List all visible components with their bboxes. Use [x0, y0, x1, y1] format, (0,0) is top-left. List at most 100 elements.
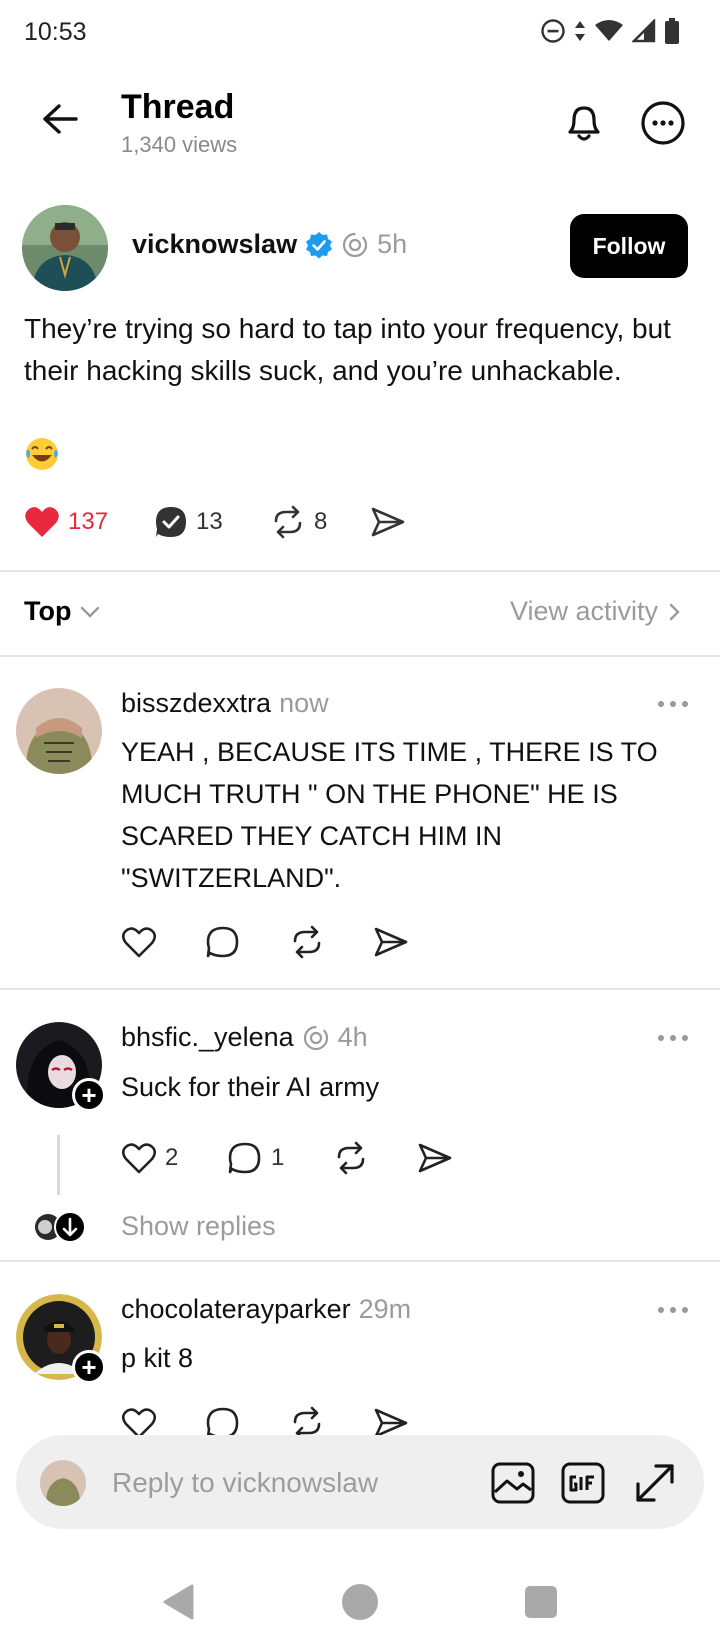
back-button[interactable]	[36, 96, 86, 146]
follow-plus-badge[interactable]: +	[72, 1350, 106, 1384]
comment-icon	[206, 926, 239, 958]
expand-button[interactable]	[632, 1460, 678, 1506]
repost-button[interactable]	[333, 1141, 417, 1175]
divider	[0, 1260, 720, 1262]
reply-text: p kit 8	[121, 1343, 194, 1373]
send-icon	[374, 927, 408, 957]
battery-icon	[665, 18, 679, 44]
reply-meta: bisszdexxtra now	[121, 688, 329, 719]
reply-button[interactable]: 13	[154, 505, 270, 539]
reply-avatar[interactable]	[16, 688, 102, 774]
heart-filled-icon	[25, 507, 59, 537]
reply-username[interactable]: bhsfic._yelena	[121, 1022, 294, 1053]
follow-button[interactable]: Follow	[570, 214, 688, 278]
signal-icon	[632, 19, 656, 43]
show-replies-avatars[interactable]	[33, 1210, 89, 1244]
send-icon	[418, 1143, 452, 1173]
like-count: 2	[165, 1144, 179, 1171]
share-button[interactable]	[370, 505, 406, 539]
like-count: 137	[68, 508, 109, 535]
like-button[interactable]: 2	[121, 1141, 227, 1175]
repost-count: 8	[314, 508, 328, 535]
reply-more-button[interactable]	[656, 699, 690, 709]
reply-username[interactable]: chocolaterayparker	[121, 1294, 351, 1325]
arrow-left-icon	[43, 104, 78, 134]
reply-button[interactable]	[205, 1406, 289, 1435]
wifi-icon	[595, 20, 623, 41]
post-text: They’re trying so hard to tap into your …	[24, 313, 671, 386]
expand-icon	[636, 1464, 674, 1502]
reply-button[interactable]	[205, 925, 289, 959]
bell-icon	[568, 106, 600, 141]
share-button[interactable]	[373, 925, 409, 959]
post-actions: 137 13 8	[24, 502, 406, 542]
heart-icon	[121, 927, 157, 958]
reply-text: YEAH , BECAUSE ITS TIME , THERE IS TO MU…	[121, 737, 658, 893]
ellipsis-icon	[658, 1307, 688, 1313]
do-not-disturb-icon	[541, 19, 565, 43]
reply-username[interactable]: bisszdexxtra	[121, 688, 271, 719]
threads-icon	[303, 1025, 328, 1050]
reply-meta: bhsfic._yelena 4h	[121, 1022, 368, 1053]
author-avatar[interactable]	[22, 205, 108, 291]
share-button[interactable]	[373, 1406, 409, 1435]
reply-more-button[interactable]	[656, 1305, 690, 1315]
gif-button[interactable]	[560, 1460, 606, 1506]
show-replies-link[interactable]: Show replies	[121, 1211, 276, 1242]
view-activity-link[interactable]: View activity	[510, 596, 680, 627]
like-button[interactable]	[121, 925, 205, 959]
ellipsis-icon	[658, 701, 688, 707]
reply-count: 1	[271, 1144, 285, 1171]
share-button[interactable]	[417, 1141, 453, 1175]
repost-icon	[337, 1141, 365, 1175]
heart-icon	[121, 1143, 157, 1174]
more-circle-icon	[641, 101, 685, 145]
repost-button[interactable]	[289, 925, 373, 959]
repost-button[interactable]: 8	[270, 505, 370, 539]
gif-icon	[561, 1462, 605, 1504]
laughing-emoji-icon	[24, 436, 60, 472]
follow-plus-badge[interactable]: +	[72, 1078, 106, 1112]
send-icon	[371, 507, 405, 537]
reply-time: 29m	[358, 1294, 412, 1324]
like-button[interactable]: 137	[24, 505, 154, 539]
reply-input[interactable]	[112, 1460, 452, 1506]
page-title: Thread	[121, 88, 235, 126]
image-icon	[491, 1462, 535, 1504]
status-time: 10:53	[24, 18, 87, 46]
reply-actions	[121, 922, 409, 962]
nav-home-button[interactable]	[342, 1584, 378, 1620]
view-count: 1,340 views	[121, 132, 238, 157]
ellipsis-icon	[658, 1035, 688, 1041]
author-meta: vicknowslaw 5h	[132, 229, 407, 260]
replied-check-icon	[156, 507, 186, 537]
reply-actions: 2 1	[121, 1138, 453, 1178]
author-username[interactable]: vicknowslaw	[132, 229, 297, 260]
data-arrows-icon	[575, 21, 585, 41]
repost-icon	[293, 925, 321, 959]
nav-recents-button[interactable]	[525, 1586, 557, 1618]
more-options-button[interactable]	[638, 98, 688, 148]
reply-count: 13	[196, 508, 223, 535]
reply-text: Suck for their AI army	[121, 1072, 380, 1102]
my-avatar	[40, 1460, 86, 1506]
thread-line	[57, 1135, 60, 1195]
heart-icon	[121, 1408, 157, 1435]
reply-meta: chocolaterayparker 29m	[121, 1294, 411, 1325]
threads-icon	[342, 232, 368, 257]
status-icons	[540, 18, 680, 44]
reply-time: now	[279, 688, 329, 718]
reply-more-button[interactable]	[656, 1033, 690, 1043]
attach-image-button[interactable]	[490, 1460, 536, 1506]
reply-button[interactable]: 1	[227, 1141, 333, 1175]
notify-button[interactable]	[560, 98, 608, 146]
repost-button[interactable]	[289, 1406, 373, 1435]
nav-back-button[interactable]	[162, 1583, 196, 1621]
chevron-right-icon	[669, 603, 680, 620]
post-time: 5h	[377, 229, 408, 259]
sort-dropdown[interactable]: Top	[24, 596, 101, 627]
like-button[interactable]	[121, 1406, 205, 1435]
repost-icon	[293, 1406, 321, 1435]
chevron-down-icon	[81, 606, 100, 618]
repost-icon	[274, 505, 302, 539]
